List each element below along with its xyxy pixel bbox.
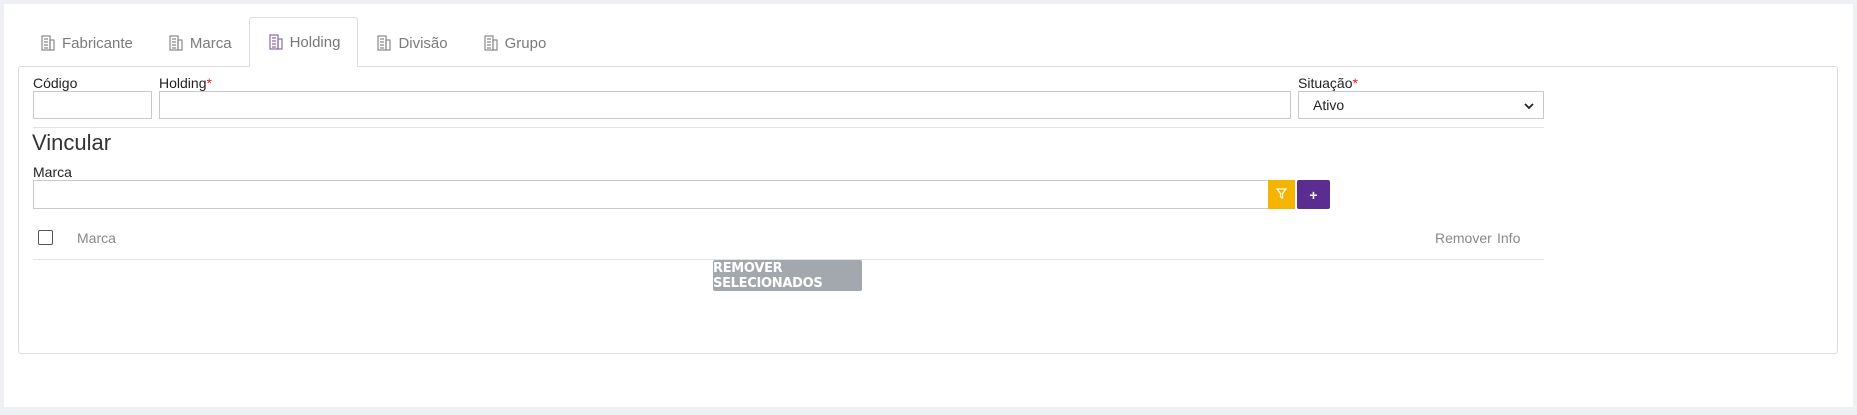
situacao-selected-value: Ativo: [1313, 97, 1345, 113]
plus-icon: +: [1309, 186, 1318, 203]
tab-fabricante[interactable]: Fabricante: [22, 19, 150, 67]
filter-button[interactable]: [1268, 180, 1295, 209]
holding-input[interactable]: [159, 91, 1291, 119]
situacao-label: Situação*: [1298, 75, 1358, 91]
marca-label: Marca: [33, 164, 72, 180]
building-icon: [41, 35, 55, 51]
required-mark: *: [1352, 75, 1358, 91]
column-header-info: Info: [1497, 230, 1521, 246]
tab-divisao[interactable]: Divisão: [358, 19, 464, 67]
chevron-down-icon: [1523, 99, 1535, 115]
vincular-title: Vincular: [32, 130, 112, 155]
column-header-remover: Remover: [1435, 230, 1492, 246]
tab-grupo[interactable]: Grupo: [465, 19, 564, 67]
tab-label: Grupo: [504, 34, 547, 52]
codigo-input[interactable]: [33, 91, 152, 119]
required-mark: *: [206, 75, 212, 91]
tab-label: Divisão: [398, 34, 448, 52]
add-marca-button[interactable]: +: [1297, 180, 1330, 209]
tab-label: Fabricante: [62, 34, 133, 52]
remove-selected-button[interactable]: REMOVER SELECIONADOS: [713, 260, 862, 291]
select-all-checkbox[interactable]: [38, 230, 53, 245]
holding-form-card: Código Holding* Situação* Ativo Vincular…: [18, 66, 1838, 354]
tab-bar: Fabricante Marca Holding Divisão Grupo: [22, 17, 564, 67]
tab-marca[interactable]: Marca: [150, 19, 249, 67]
situacao-select[interactable]: Ativo: [1298, 91, 1544, 119]
building-icon: [268, 34, 283, 50]
page: Fabricante Marca Holding Divisão Grupo C…: [4, 4, 1853, 407]
section-divider: [33, 127, 1544, 128]
column-header-marca: Marca: [77, 230, 116, 246]
filter-icon: [1275, 186, 1288, 204]
codigo-label: Código: [33, 75, 78, 91]
marca-input[interactable]: [33, 180, 1269, 209]
tab-label: Marca: [189, 34, 232, 52]
building-icon: [169, 35, 183, 51]
tab-holding[interactable]: Holding: [248, 17, 359, 67]
tab-label: Holding: [289, 33, 341, 51]
building-icon: [484, 35, 498, 51]
holding-label: Holding*: [159, 75, 212, 91]
building-icon: [377, 35, 392, 51]
